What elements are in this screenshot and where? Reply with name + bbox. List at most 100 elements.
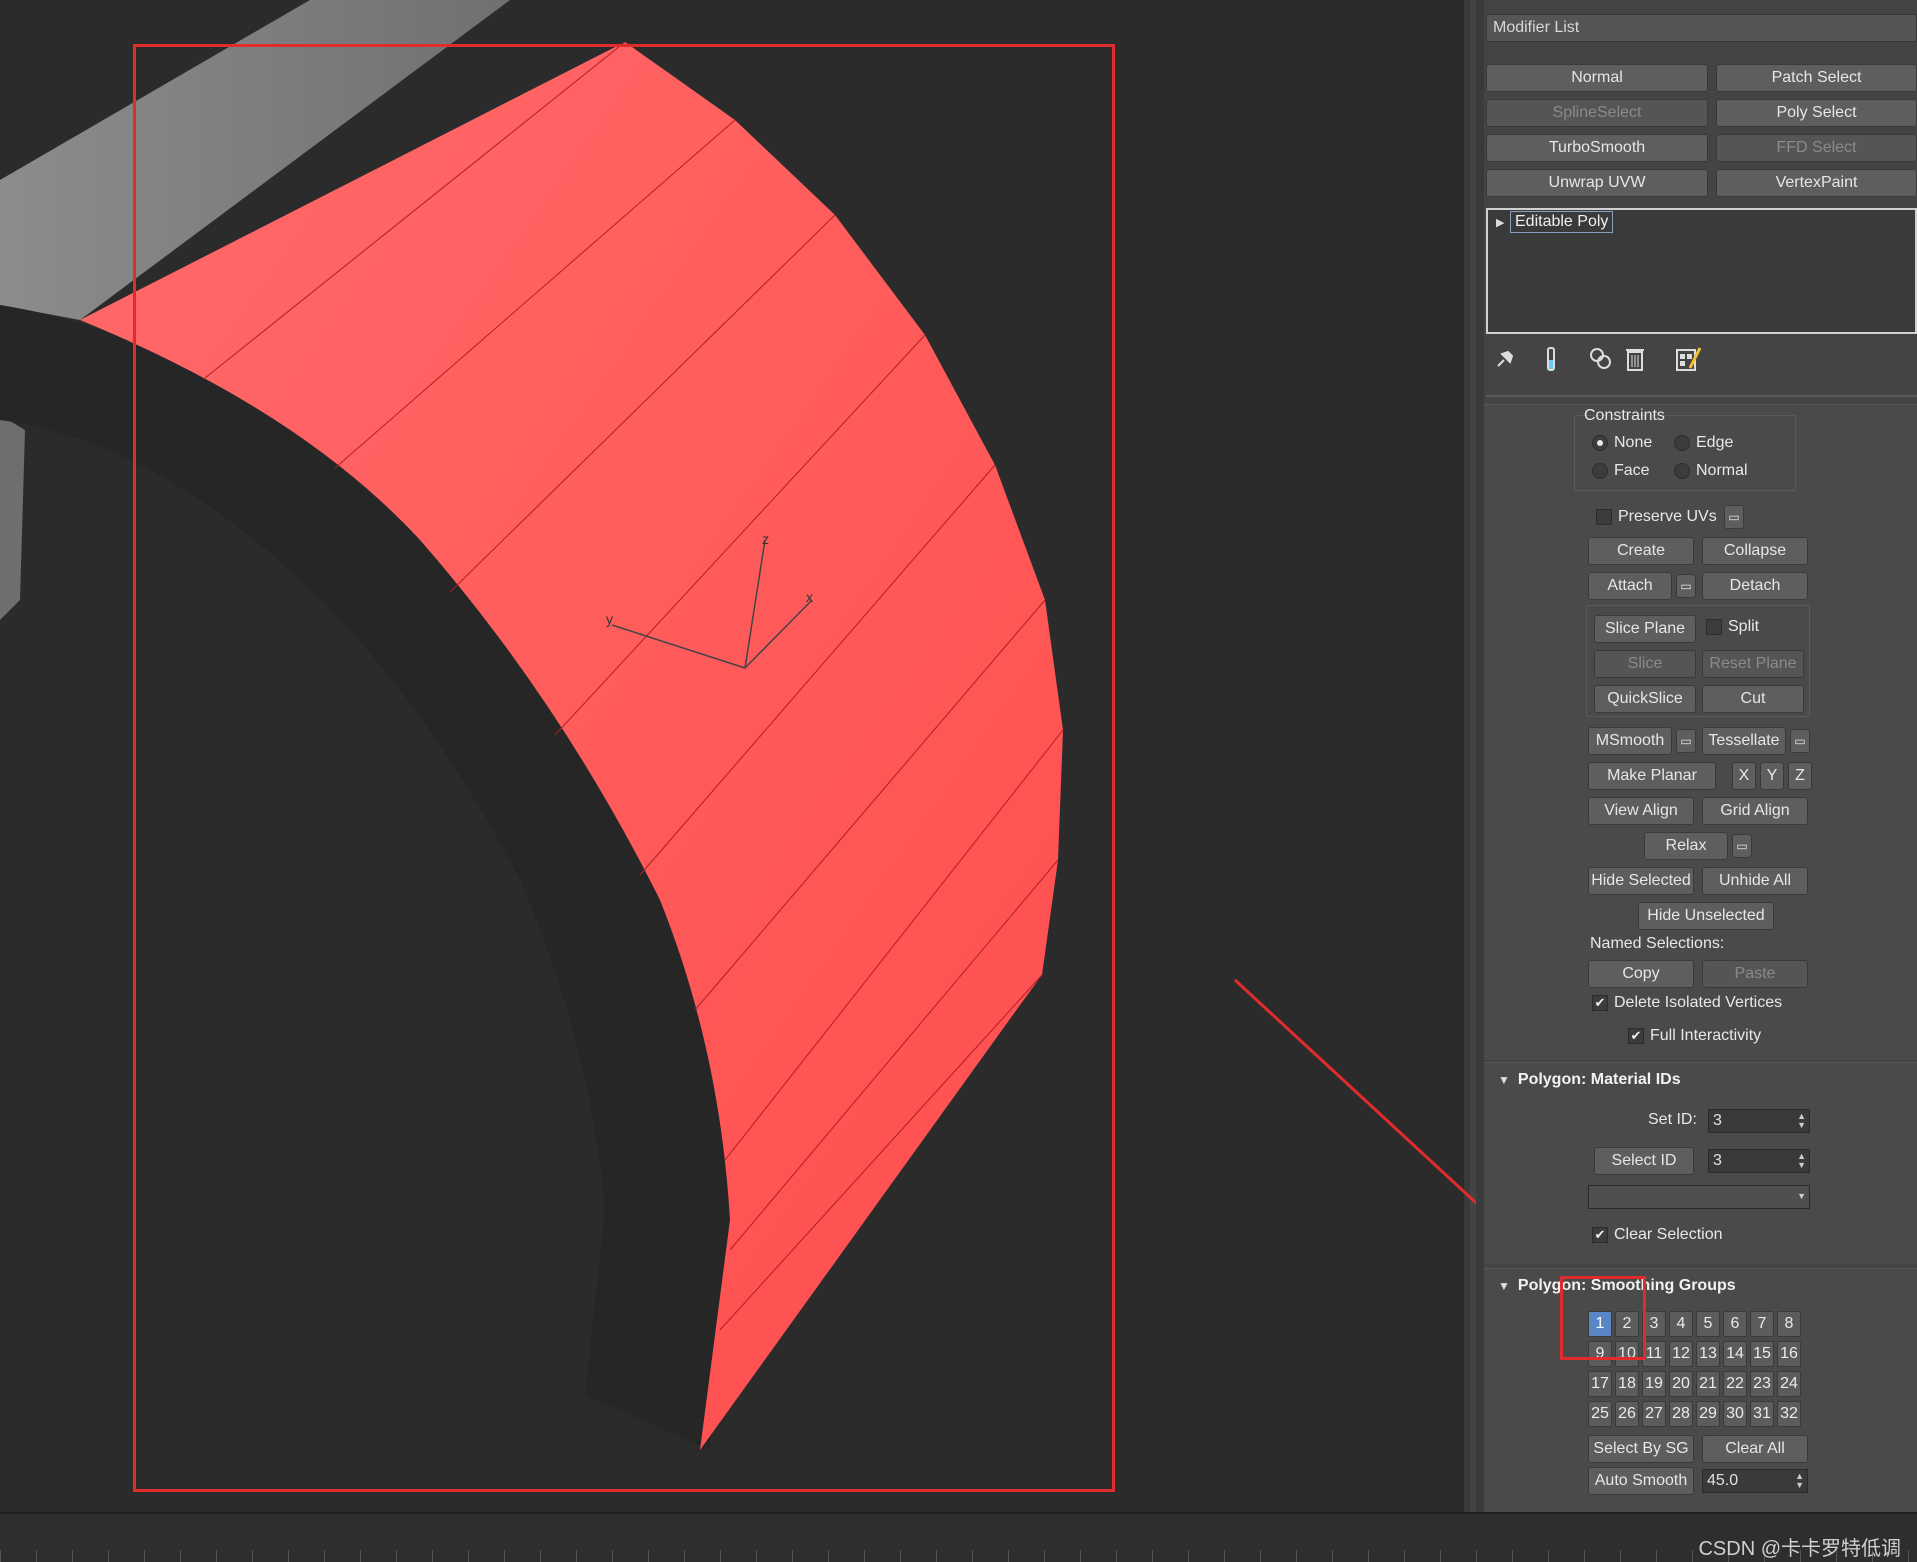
panel-divider	[1486, 395, 1917, 397]
constraint-edge-radio[interactable]	[1674, 435, 1690, 451]
constraint-face-radio[interactable]	[1592, 463, 1608, 479]
smoothing-group-button-16[interactable]: 16	[1777, 1341, 1801, 1367]
hide-selected-button[interactable]: Hide Selected	[1588, 867, 1694, 895]
remove-modifier-icon[interactable]	[1620, 344, 1650, 374]
smoothing-group-button-23[interactable]: 23	[1750, 1371, 1774, 1397]
expand-triangle-icon[interactable]: ▶	[1496, 211, 1510, 235]
modifier-list-dropdown[interactable]: Modifier List	[1486, 14, 1917, 42]
material-ids-title[interactable]: ▼ Polygon: Material IDs	[1498, 1071, 1681, 1089]
modifier-stack[interactable]: ▶ Editable Poly	[1486, 208, 1917, 334]
ffd-select-button[interactable]: FFD Select	[1716, 134, 1917, 162]
smoothing-group-button-21[interactable]: 21	[1696, 1371, 1720, 1397]
auto-smooth-button[interactable]: Auto Smooth	[1588, 1467, 1694, 1495]
relax-settings-button[interactable]: ▭	[1732, 834, 1752, 858]
view-align-button[interactable]: View Align	[1588, 797, 1694, 825]
reset-plane-button[interactable]: Reset Plane	[1702, 650, 1804, 678]
timeline-bar[interactable]: CSDN @卡卡罗特低调	[0, 1512, 1917, 1562]
preserve-uvs-checkbox[interactable]	[1596, 509, 1612, 525]
split-label: Split	[1728, 618, 1760, 635]
smoothing-group-button-30[interactable]: 30	[1723, 1401, 1747, 1427]
make-planar-y-button[interactable]: Y	[1760, 762, 1784, 790]
spinner-arrows-icon[interactable]: ▲ ▼	[1795, 1472, 1804, 1490]
smoothing-group-button-15[interactable]: 15	[1750, 1341, 1774, 1367]
detach-button[interactable]: Detach	[1702, 572, 1808, 600]
pin-stack-icon[interactable]	[1490, 344, 1520, 374]
make-unique-icon[interactable]	[1586, 344, 1616, 374]
create-button[interactable]: Create	[1588, 537, 1694, 565]
split-checkbox[interactable]	[1706, 619, 1722, 635]
auto-smooth-spinner[interactable]: 45.0 ▲ ▼	[1702, 1469, 1808, 1493]
delete-isolated-checkbox[interactable]: ✔	[1592, 995, 1608, 1011]
smoothing-group-button-17[interactable]: 17	[1588, 1371, 1612, 1397]
slice-button[interactable]: Slice	[1594, 650, 1696, 678]
collapse-button[interactable]: Collapse	[1702, 537, 1808, 565]
attach-settings-button[interactable]: ▭	[1676, 574, 1696, 598]
full-interactivity-checkbox[interactable]: ✔	[1628, 1028, 1644, 1044]
smoothing-group-button-14[interactable]: 14	[1723, 1341, 1747, 1367]
stack-item-editable-poly[interactable]: ▶ Editable Poly	[1488, 210, 1915, 234]
cut-button[interactable]: Cut	[1702, 685, 1804, 713]
smoothing-group-button-26[interactable]: 26	[1615, 1401, 1639, 1427]
spinner-arrows-icon[interactable]: ▲ ▼	[1797, 1152, 1806, 1170]
smoothing-group-button-5[interactable]: 5	[1696, 1311, 1720, 1337]
normal-modifier-button[interactable]: Normal	[1486, 64, 1708, 92]
quickslice-button[interactable]: QuickSlice	[1594, 685, 1696, 713]
unwrap-uvw-button[interactable]: Unwrap UVW	[1486, 169, 1708, 197]
collapse-triangle-icon: ▼	[1498, 1279, 1510, 1293]
slice-plane-button[interactable]: Slice Plane	[1594, 615, 1696, 643]
constraint-none-radio[interactable]	[1592, 435, 1608, 451]
turbosmooth-button[interactable]: TurboSmooth	[1486, 134, 1708, 162]
smoothing-group-button-6[interactable]: 6	[1723, 1311, 1747, 1337]
smoothing-group-button-13[interactable]: 13	[1696, 1341, 1720, 1367]
select-id-button[interactable]: Select ID	[1594, 1147, 1694, 1175]
tessellate-button[interactable]: Tessellate	[1702, 727, 1786, 755]
timeline-ruler[interactable]	[0, 1550, 1917, 1562]
smoothing-group-button-7[interactable]: 7	[1750, 1311, 1774, 1337]
msmooth-button[interactable]: MSmooth	[1588, 727, 1672, 755]
msmooth-settings-button[interactable]: ▭	[1676, 729, 1696, 753]
smoothing-group-button-19[interactable]: 19	[1642, 1371, 1666, 1397]
smoothing-group-button-4[interactable]: 4	[1669, 1311, 1693, 1337]
tessellate-settings-button[interactable]: ▭	[1790, 729, 1810, 753]
smoothing-group-button-32[interactable]: 32	[1777, 1401, 1801, 1427]
preserve-uvs-label: Preserve UVs	[1618, 508, 1717, 525]
select-by-sg-button[interactable]: Select By SG	[1588, 1435, 1694, 1463]
watermark: CSDN @卡卡罗特低调	[1698, 1538, 1901, 1560]
select-id-spinner[interactable]: 3 ▲ ▼	[1708, 1149, 1810, 1173]
smoothing-group-button-18[interactable]: 18	[1615, 1371, 1639, 1397]
smoothing-group-button-31[interactable]: 31	[1750, 1401, 1774, 1427]
clear-selection-checkbox[interactable]: ✔	[1592, 1227, 1608, 1243]
smoothing-group-button-12[interactable]: 12	[1669, 1341, 1693, 1367]
make-planar-x-button[interactable]: X	[1732, 762, 1756, 790]
make-planar-button[interactable]: Make Planar	[1588, 762, 1716, 790]
preserve-uvs-settings-button[interactable]: ▭	[1724, 505, 1744, 529]
smoothing-group-button-8[interactable]: 8	[1777, 1311, 1801, 1337]
copy-button[interactable]: Copy	[1588, 960, 1694, 988]
make-planar-z-button[interactable]: Z	[1788, 762, 1812, 790]
constraint-normal-radio[interactable]	[1674, 463, 1690, 479]
spinner-arrows-icon[interactable]: ▲ ▼	[1797, 1112, 1806, 1130]
paste-button[interactable]: Paste	[1702, 960, 1808, 988]
hide-unselected-button[interactable]: Hide Unselected	[1638, 902, 1774, 930]
smoothing-group-button-22[interactable]: 22	[1723, 1371, 1747, 1397]
attach-button[interactable]: Attach	[1588, 572, 1672, 600]
relax-button[interactable]: Relax	[1644, 832, 1728, 860]
clear-all-button[interactable]: Clear All	[1702, 1435, 1808, 1463]
patch-select-button[interactable]: Patch Select	[1716, 64, 1917, 92]
vertexpaint-button[interactable]: VertexPaint	[1716, 169, 1917, 197]
smoothing-group-button-20[interactable]: 20	[1669, 1371, 1693, 1397]
show-end-result-icon[interactable]	[1536, 344, 1566, 374]
smoothing-group-button-28[interactable]: 28	[1669, 1401, 1693, 1427]
poly-select-button[interactable]: Poly Select	[1716, 99, 1917, 127]
smoothing-group-button-25[interactable]: 25	[1588, 1401, 1612, 1427]
panel-scroll-edge[interactable]	[1476, 0, 1484, 1512]
splineselect-button[interactable]: SplineSelect	[1486, 99, 1708, 127]
set-id-spinner[interactable]: 3 ▲ ▼	[1708, 1109, 1810, 1133]
material-name-dropdown[interactable]: ▼	[1588, 1185, 1810, 1209]
smoothing-group-button-24[interactable]: 24	[1777, 1371, 1801, 1397]
grid-align-button[interactable]: Grid Align	[1702, 797, 1808, 825]
configure-sets-icon[interactable]	[1672, 344, 1702, 374]
smoothing-group-button-29[interactable]: 29	[1696, 1401, 1720, 1427]
unhide-all-button[interactable]: Unhide All	[1702, 867, 1808, 895]
smoothing-group-button-27[interactable]: 27	[1642, 1401, 1666, 1427]
